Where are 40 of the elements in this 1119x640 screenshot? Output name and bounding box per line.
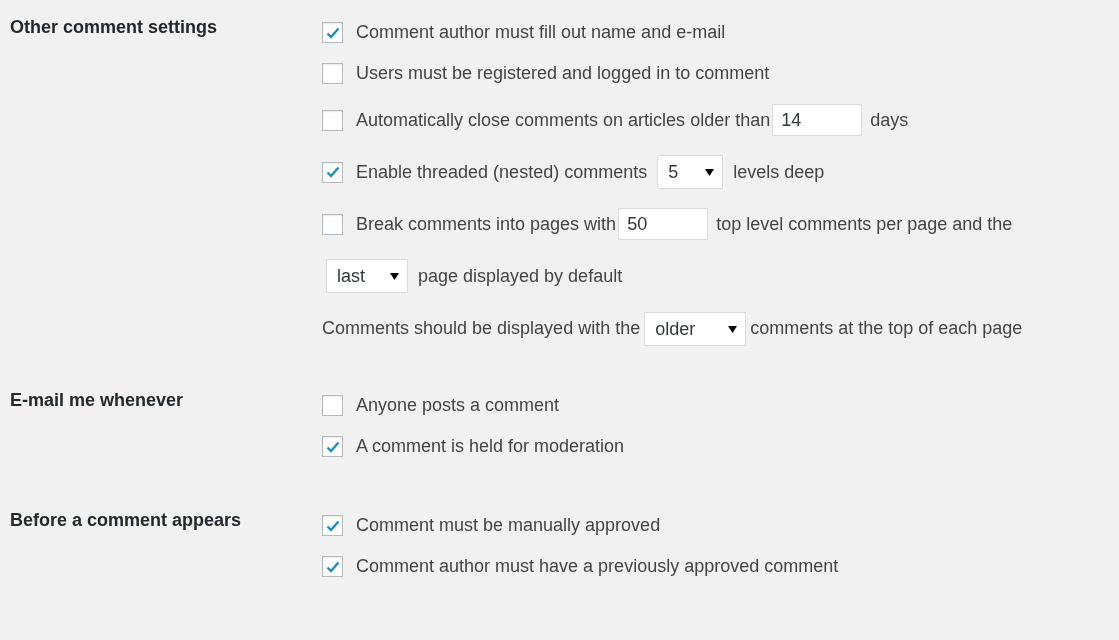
checkbox[interactable] (322, 109, 343, 131)
caret-icon (705, 168, 715, 176)
checkbox[interactable] (322, 436, 343, 457)
caret-icon (728, 325, 738, 333)
checkmark-icon (325, 166, 340, 178)
option-label: levels deep (733, 161, 825, 183)
checkmark-icon (325, 560, 340, 573)
option-label: A comment is held for moderation (356, 436, 625, 457)
dropdown[interactable]: last (326, 259, 408, 293)
dropdown[interactable]: older (644, 312, 747, 347)
option-label: top level comments per page and the (716, 213, 1013, 235)
option-label: Comments should be displayed with the (322, 318, 641, 338)
section-label: Other comment settings (10, 16, 219, 39)
checkbox[interactable] (322, 515, 343, 536)
option-label: Enable threaded (nested) comments (356, 161, 648, 183)
option-label: Automatically close comments on articles older than (356, 109, 771, 131)
section-label: E-mail me whenever (10, 389, 185, 412)
checkmark-icon (325, 26, 340, 39)
option-label: Users must be registered and logged in to comment (356, 63, 770, 84)
checkmark-icon (325, 440, 340, 453)
dropdown[interactable]: 5 (657, 155, 724, 189)
option-label: page displayed by default (418, 265, 623, 287)
checkmark-icon (325, 519, 340, 532)
checkbox[interactable] (322, 161, 343, 183)
option-label: comments at the top of each page (750, 318, 1023, 338)
number-field[interactable]: 14 (772, 104, 863, 136)
section-label: Before a comment appears (10, 509, 243, 532)
checkbox[interactable] (322, 213, 343, 235)
option-label: Comment must be manually approved (356, 515, 661, 536)
checkbox[interactable] (322, 556, 343, 577)
option-label: Break comments into pages with (356, 213, 617, 235)
option-label: Comment author must fill out name and e-mail (356, 22, 726, 43)
option-label: days (870, 109, 909, 131)
caret-icon (390, 272, 399, 280)
checkbox[interactable] (322, 22, 343, 43)
checkbox[interactable] (322, 395, 343, 416)
number-field[interactable]: 50 (618, 208, 709, 240)
option-label: Comment author must have a previously approved comment (356, 556, 839, 577)
option-label: Anyone posts a comment (356, 395, 560, 416)
checkbox[interactable] (322, 63, 343, 84)
